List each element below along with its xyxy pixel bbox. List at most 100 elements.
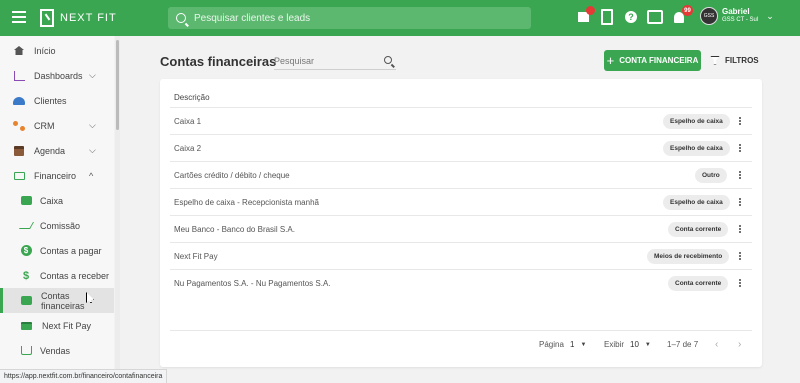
- user-unit: GSS CT - Sul: [722, 17, 759, 23]
- notifications-badge: 99: [682, 5, 693, 16]
- card-icon: [20, 320, 32, 332]
- wallet-icon: [20, 295, 32, 307]
- avatar: GSS: [700, 7, 718, 25]
- sidebar-item-comissao[interactable]: Comissão: [0, 213, 114, 238]
- chevron-up-icon: ^: [89, 170, 94, 181]
- page-size-label-wrap: Exibir: [604, 340, 624, 349]
- scrollbar-thumb[interactable]: [116, 40, 119, 130]
- trend-icon: [18, 220, 34, 232]
- brand-name: NEXT FIT: [60, 12, 117, 24]
- sidebar-item-label: Vendas: [40, 345, 71, 356]
- sidebar-item-label: Início: [34, 45, 56, 56]
- people-icon: [13, 95, 25, 107]
- sidebar-item-financeiro[interactable]: Financeiro ^: [0, 163, 114, 188]
- page-value: 1: [570, 340, 575, 349]
- user-name: Gabriel: [722, 7, 750, 16]
- top-icons: 99: [575, 5, 695, 25]
- search-icon[interactable]: [384, 56, 392, 64]
- logo-mark: [40, 9, 54, 27]
- sidebar-item-label: Dashboards: [34, 70, 83, 81]
- table-row[interactable]: Caixa 2 Espelho de caixa: [170, 134, 752, 161]
- crm-icon: [13, 120, 25, 132]
- sidebar-item-label: Contas financeiras: [41, 290, 85, 311]
- more-vert-icon[interactable]: [737, 196, 743, 208]
- help-icon[interactable]: [623, 9, 639, 25]
- column-header-description: Descrição: [174, 93, 210, 102]
- page-size-dropdown[interactable]: 10 ▼: [630, 340, 651, 349]
- chat-icon[interactable]: [647, 9, 663, 25]
- sidebar-item-contas-a-pagar[interactable]: $ Contas a pagar: [0, 238, 114, 263]
- type-chip: Espelho de caixa: [663, 141, 730, 156]
- sidebar-item-label: Contas a receber: [40, 270, 110, 281]
- sidebar-item-dashboards[interactable]: Dashboards ⌵: [0, 63, 114, 88]
- sidebar-item-label: Agenda: [34, 145, 66, 156]
- table-row[interactable]: Meu Banco - Banco do Brasil S.A. Conta c…: [170, 215, 752, 242]
- phone-icon[interactable]: [599, 9, 615, 25]
- sidebar-item-label: Comissão: [40, 220, 81, 231]
- page-range: 1–7 de 7: [667, 340, 699, 349]
- row-description: Caixa 2: [174, 144, 202, 153]
- chevron-down-icon: ⌵: [89, 70, 96, 80]
- new-account-button[interactable]: + CONTA FINANCEIRA: [604, 50, 701, 71]
- more-vert-icon[interactable]: [737, 277, 743, 289]
- gift-icon[interactable]: [575, 6, 595, 25]
- sidebar-item-contas-a-receber[interactable]: $ Contas a receber: [0, 263, 114, 288]
- sidebar-item-next-fit-pay[interactable]: Next Fit Pay: [0, 313, 114, 338]
- sidebar-item-caixa[interactable]: Caixa: [0, 188, 114, 213]
- sidebar-item-label: Caixa: [40, 195, 64, 206]
- sidebar-item-contas-financeiras[interactable]: Contas financeiras: [0, 288, 114, 313]
- page-selector: Página: [539, 340, 564, 349]
- sidebar-item-agenda[interactable]: Agenda ⌵: [0, 138, 114, 163]
- chevron-down-icon: ⌵: [89, 145, 96, 155]
- sidebar: Início Dashboards ⌵ Clientes CRM ⌵ Agend…: [0, 36, 114, 383]
- next-page-icon[interactable]: ›: [738, 339, 741, 350]
- more-vert-icon[interactable]: [737, 115, 743, 127]
- row-description: Meu Banco - Banco do Brasil S.A.: [174, 225, 295, 234]
- logo[interactable]: NEXT FIT: [40, 9, 117, 27]
- accounts-search[interactable]: [274, 52, 396, 70]
- menu-icon[interactable]: [12, 11, 26, 25]
- row-description: Cartões crédito / débito / cheque: [174, 171, 290, 180]
- sidebar-item-label: CRM: [34, 120, 55, 131]
- table-row[interactable]: Next Fit Pay Meios de recebimento: [170, 242, 752, 269]
- search-input[interactable]: [274, 55, 374, 66]
- global-search[interactable]: Pesquisar clientes e leads: [168, 7, 531, 29]
- filter-button[interactable]: FILTROS: [710, 52, 759, 68]
- money-icon: [13, 170, 25, 182]
- user-menu[interactable]: GSS Gabriel GSS CT - Sul ⌄: [700, 7, 774, 25]
- table-row[interactable]: Nu Pagamentos S.A. - Nu Pagamentos S.A. …: [170, 269, 752, 296]
- more-vert-icon[interactable]: [737, 142, 743, 154]
- calendar-icon: [13, 145, 25, 157]
- page-size-label: Exibir: [604, 340, 625, 349]
- plus-icon: +: [606, 53, 615, 68]
- sidebar-item-clientes[interactable]: Clientes: [0, 88, 114, 113]
- prev-page-icon[interactable]: ‹: [715, 339, 718, 350]
- sidebar-item-label: Financeiro: [34, 170, 77, 181]
- type-chip: Espelho de caixa: [663, 114, 730, 129]
- type-chip: Conta corrente: [668, 222, 729, 237]
- caret-down-icon: ▼: [644, 341, 651, 348]
- sidebar-item-label: Clientes: [34, 95, 67, 106]
- table-row[interactable]: Cartões crédito / débito / cheque Outro: [170, 161, 752, 188]
- sidebar-scrollbar[interactable]: [115, 36, 120, 383]
- sidebar-item-vendas[interactable]: Vendas: [0, 338, 114, 363]
- more-vert-icon[interactable]: [737, 223, 743, 235]
- search-icon: [176, 13, 186, 23]
- row-description: Nu Pagamentos S.A. - Nu Pagamentos S.A.: [174, 279, 331, 288]
- sidebar-item-label: Contas a pagar: [40, 245, 102, 256]
- filter-label: FILTROS: [725, 55, 759, 65]
- more-vert-icon[interactable]: [737, 250, 743, 262]
- top-bar: NEXT FIT Pesquisar clientes e leads 99 G…: [0, 0, 800, 36]
- home-icon: [13, 45, 25, 57]
- more-vert-icon[interactable]: [737, 169, 743, 181]
- sidebar-item-inicio[interactable]: Início: [0, 38, 114, 63]
- cart-icon: [20, 345, 32, 357]
- caret-down-icon: ▼: [580, 341, 587, 348]
- coin-icon: $: [20, 245, 32, 257]
- table-row[interactable]: Espelho de caixa - Recepcionista manhã E…: [170, 188, 752, 215]
- table-row[interactable]: Caixa 1 Espelho de caixa: [170, 107, 752, 134]
- bell-icon[interactable]: 99: [671, 5, 693, 25]
- gift-badge: [586, 6, 595, 15]
- sidebar-item-crm[interactable]: CRM ⌵: [0, 113, 114, 138]
- page-dropdown[interactable]: 1 ▼: [570, 340, 586, 349]
